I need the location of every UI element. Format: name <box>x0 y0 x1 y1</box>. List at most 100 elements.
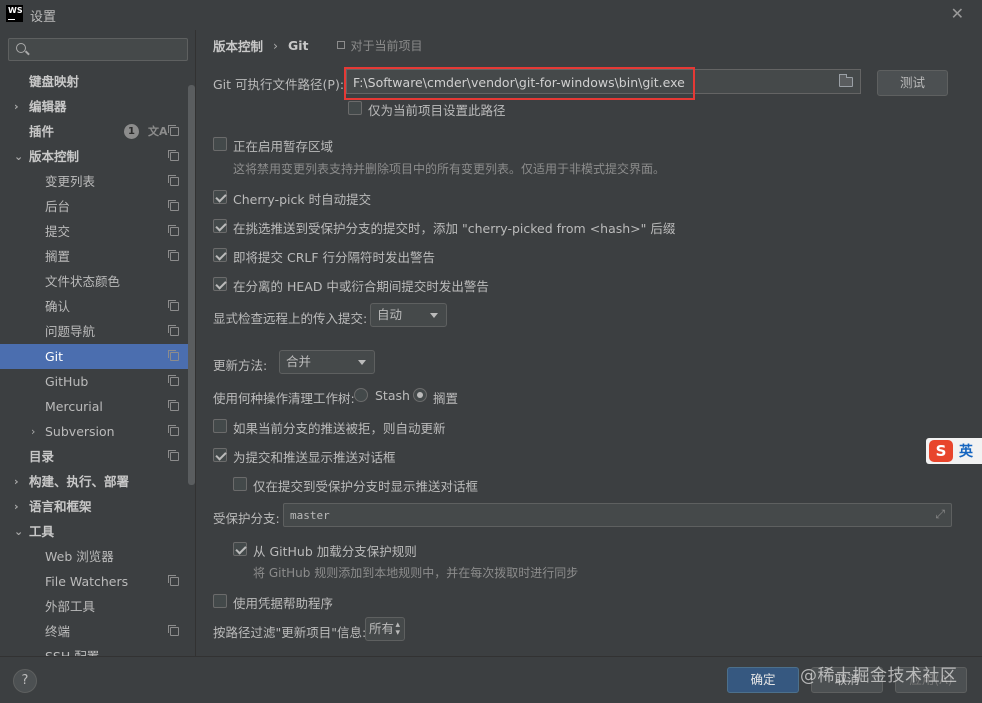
chevron-right-icon[interactable]: › <box>31 419 41 444</box>
close-icon[interactable]: ✕ <box>951 4 964 23</box>
protected-branches-input[interactable] <box>290 507 890 523</box>
expand-icon[interactable]: ⤢ <box>935 507 945 522</box>
sidebar-item-label: 编辑器 <box>29 99 67 114</box>
project-scope-icon <box>168 200 179 211</box>
project-scope-icon <box>168 450 179 461</box>
sidebar-item-background[interactable]: 后台 <box>0 194 190 219</box>
search-icon <box>16 43 26 53</box>
auto-update-rejected-checkbox[interactable] <box>213 419 227 433</box>
github-rules-label: 从 GitHub 加载分支保护规则 <box>253 544 417 559</box>
sidebar-item-file-status-colors[interactable]: 文件状态颜色 <box>0 269 190 294</box>
path-filter-select[interactable]: 所有 ▴ ▾ <box>365 617 405 641</box>
project-scope-icon <box>168 150 179 161</box>
settings-sidebar: 键盘映射 › 编辑器 插件 1 文A ⌄ 版本控制 变更列表 后台 提交 搁置 … <box>0 30 196 656</box>
ime-mode-label: 英 <box>959 444 973 460</box>
cleanup-stash-radio[interactable] <box>354 388 368 402</box>
watermark: @稀土掘金技术社区 <box>800 666 958 686</box>
search-input[interactable] <box>31 41 181 58</box>
sidebar-item-terminal[interactable]: 终端 <box>0 619 190 644</box>
project-scope-icon <box>168 400 179 411</box>
sidebar-item-directories[interactable]: 目录 <box>0 444 190 469</box>
sidebar-item-issue-navigation[interactable]: 问题导航 <box>0 319 190 344</box>
sidebar-item-mercurial[interactable]: Mercurial <box>0 394 190 419</box>
sidebar-item-plugins[interactable]: 插件 1 文A <box>0 119 190 144</box>
chevron-right-icon[interactable]: › <box>14 94 24 119</box>
project-only-path-checkbox[interactable] <box>348 101 362 115</box>
ok-button[interactable]: 确定 <box>727 667 799 693</box>
push-dialog-checkbox[interactable] <box>213 448 227 462</box>
update-count-badge: 1 <box>124 124 139 139</box>
git-path-field[interactable] <box>346 69 861 94</box>
project-scope-icon <box>168 625 179 636</box>
sidebar-item-label: SSH 配置 <box>45 644 99 656</box>
chevron-right-icon[interactable]: › <box>14 469 24 494</box>
sidebar-item-build[interactable]: › 构建、执行、部署 <box>0 469 190 494</box>
incoming-check-label: 显式检查远程上的传入提交: <box>213 311 368 326</box>
sidebar-item-changelists[interactable]: 变更列表 <box>0 169 190 194</box>
window-title: 设置 <box>30 10 57 25</box>
sidebar-item-github[interactable]: GitHub <box>0 369 190 394</box>
sidebar-item-label: 提交 <box>45 224 71 239</box>
sidebar-item-file-watchers[interactable]: File Watchers <box>0 569 190 594</box>
sidebar-item-label: Web 浏览器 <box>45 549 114 564</box>
push-dialog-protected-label: 仅在提交到受保护分支时显示推送对话框 <box>253 479 479 494</box>
crlf-warning-checkbox[interactable] <box>213 248 227 262</box>
breadcrumb-separator: › <box>273 37 279 53</box>
sidebar-item-subversion[interactable]: › Subversion <box>0 419 190 444</box>
cherry-pick-auto-commit-checkbox[interactable] <box>213 190 227 204</box>
sidebar-item-editor[interactable]: › 编辑器 <box>0 94 190 119</box>
protected-branches-field[interactable]: ⤢ <box>283 503 952 527</box>
settings-search[interactable] <box>8 38 188 61</box>
project-scope-note: 对于当前项目 <box>336 37 423 54</box>
sidebar-item-label: 后台 <box>45 199 71 214</box>
credential-helper-label: 使用凭据帮助程序 <box>233 596 334 611</box>
update-method-select[interactable]: 合并 <box>279 350 375 374</box>
incoming-check-select[interactable]: 自动 <box>370 303 447 327</box>
sidebar-item-label: GitHub <box>45 374 89 389</box>
sidebar-item-label: 构建、执行、部署 <box>29 474 130 489</box>
github-rules-hint: 将 GitHub 规则添加到本地规则中，并在每次拨取时进行同步 <box>253 566 579 580</box>
chevron-down-icon[interactable]: ⌄ <box>14 144 24 169</box>
folder-icon[interactable] <box>839 74 853 87</box>
ime-indicator[interactable]: S 英 <box>926 438 982 464</box>
detached-head-warning-checkbox[interactable] <box>213 277 227 291</box>
dialog-footer: ? 确定 取消 应用(A) @稀土掘金技术社区 <box>0 656 982 703</box>
project-scope-icon <box>168 350 179 361</box>
cleanup-shelve-radio[interactable] <box>413 388 427 402</box>
staging-area-checkbox[interactable] <box>213 137 227 151</box>
chevron-right-icon[interactable]: › <box>14 494 24 519</box>
chevron-down-icon[interactable]: ⌄ <box>14 519 24 544</box>
help-button[interactable]: ? <box>13 669 37 693</box>
sidebar-item-ssh-config[interactable]: SSH 配置 <box>0 644 190 656</box>
project-scope-icon <box>168 375 179 386</box>
sidebar-item-label: 问题导航 <box>45 324 96 339</box>
settings-tree: 键盘映射 › 编辑器 插件 1 文A ⌄ 版本控制 变更列表 后台 提交 搁置 … <box>0 69 190 656</box>
project-scope-icon <box>168 325 179 336</box>
test-button[interactable]: 测试 <box>877 70 948 96</box>
credential-helper-checkbox[interactable] <box>213 594 227 608</box>
breadcrumb-parent[interactable]: 版本控制 <box>213 36 263 55</box>
sidebar-item-label: 目录 <box>29 449 55 464</box>
sidebar-item-label: 插件 <box>29 124 55 139</box>
project-scope-icon <box>336 41 345 49</box>
sidebar-item-shelf[interactable]: 搁置 <box>0 244 190 269</box>
sidebar-item-vcs[interactable]: ⌄ 版本控制 <box>0 144 190 169</box>
sidebar-item-tools[interactable]: ⌄ 工具 <box>0 519 190 544</box>
sidebar-item-languages[interactable]: › 语言和框架 <box>0 494 190 519</box>
sidebar-scrollbar[interactable] <box>188 85 195 485</box>
path-filter-label: 按路径过滤"更新项目"信息: <box>213 625 367 640</box>
push-dialog-protected-checkbox[interactable] <box>233 477 247 491</box>
sidebar-item-web-browsers[interactable]: Web 浏览器 <box>0 544 190 569</box>
staging-area-label: 正在启用暂存区域 <box>233 139 334 154</box>
chevron-down-icon <box>430 313 438 318</box>
sidebar-item-keymap[interactable]: 键盘映射 <box>0 69 190 94</box>
sidebar-item-git[interactable]: Git <box>0 344 190 369</box>
sidebar-item-external-tools[interactable]: 外部工具 <box>0 594 190 619</box>
git-path-input[interactable] <box>353 73 823 91</box>
github-rules-checkbox[interactable] <box>233 542 247 556</box>
sidebar-item-confirmation[interactable]: 确认 <box>0 294 190 319</box>
sidebar-item-commit[interactable]: 提交 <box>0 219 190 244</box>
cleanup-label: 使用何种操作清理工作树: <box>213 391 355 406</box>
update-method-value: 合并 <box>286 354 312 369</box>
cherry-pick-suffix-checkbox[interactable] <box>213 219 227 233</box>
